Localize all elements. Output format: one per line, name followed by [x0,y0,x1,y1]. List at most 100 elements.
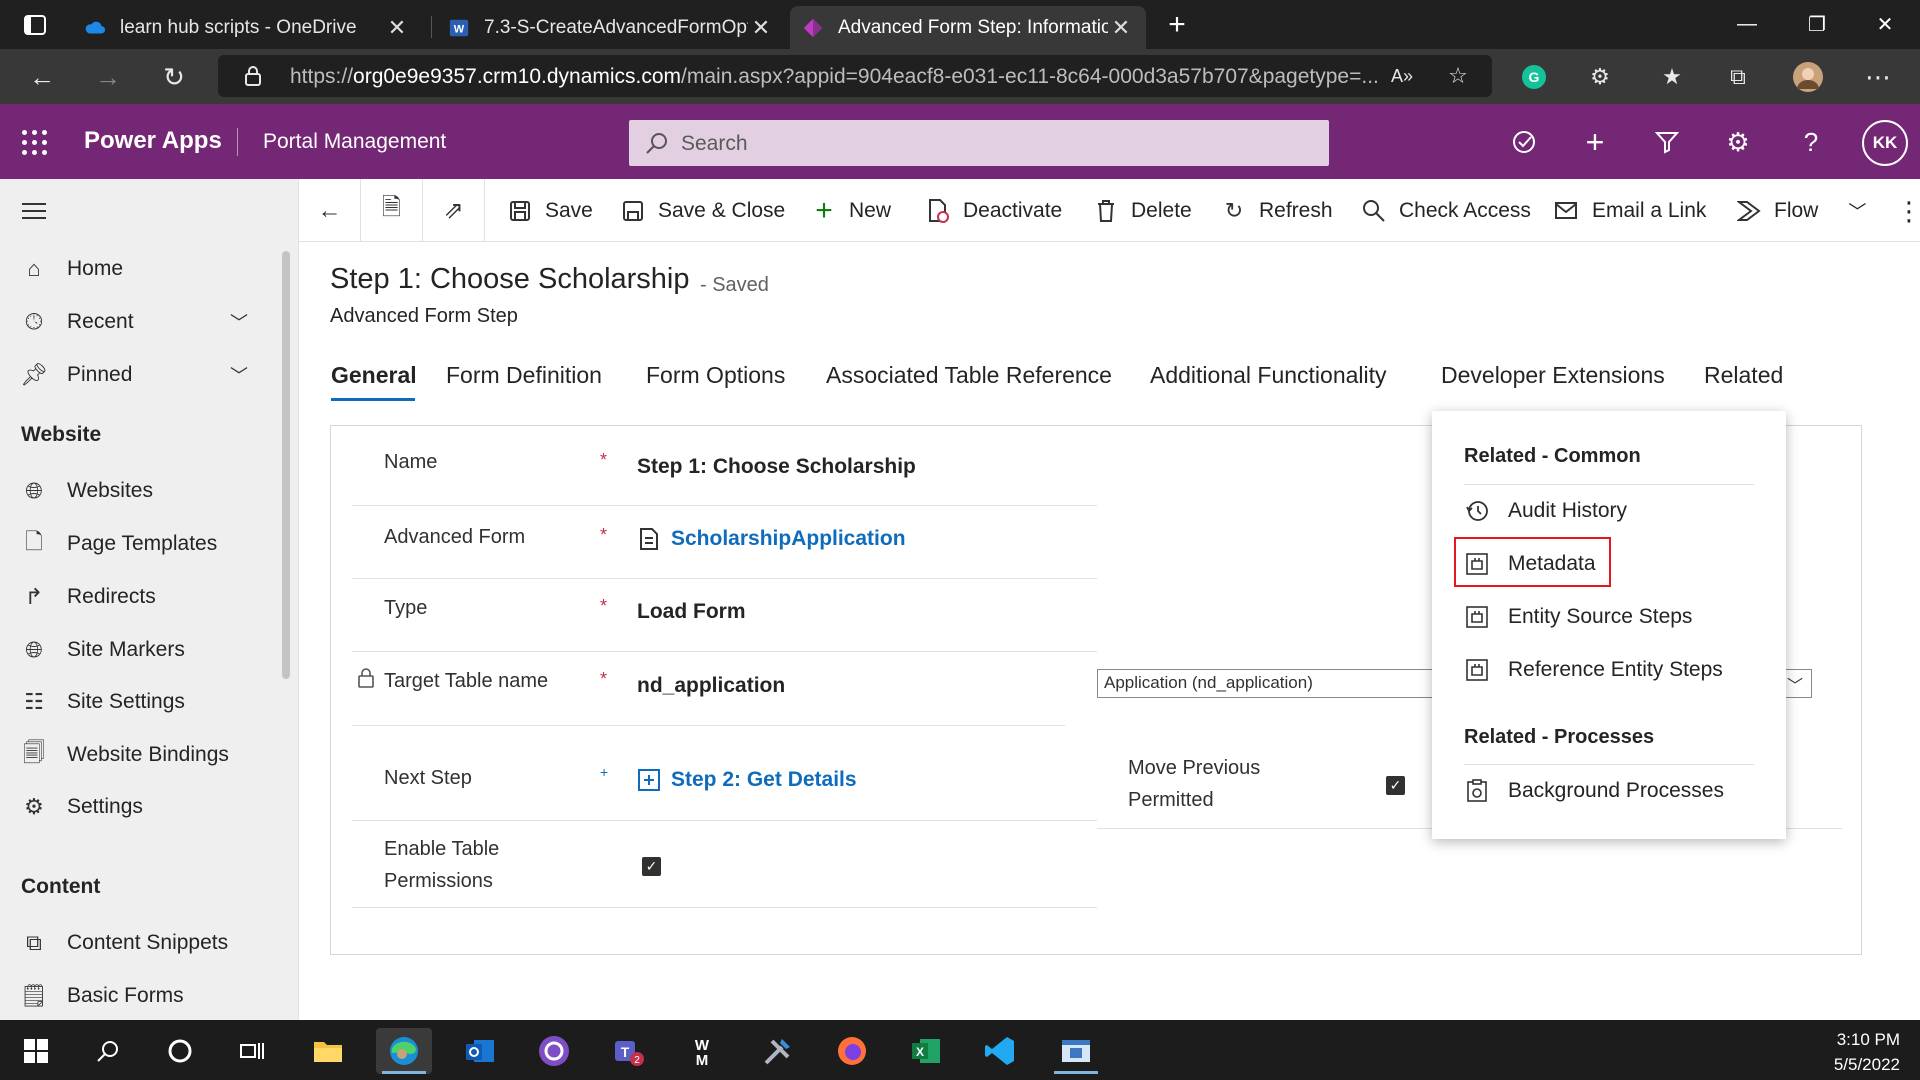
advanced-form-lookup[interactable]: ScholarshipApplication [637,527,906,551]
tab-associated-table-reference[interactable]: Associated Table Reference [826,362,1112,389]
back-to-list-button[interactable]: ← [299,179,361,242]
tab-developer-extensions[interactable]: Developer Extensions [1441,362,1665,389]
grammarly-icon[interactable]: G [1518,61,1550,93]
menu-item-audit-history[interactable]: Audit History [1464,491,1627,531]
next-step-lookup[interactable]: Step 2: Get Details [637,768,857,792]
profile-avatar[interactable] [1792,61,1824,93]
close-icon[interactable]: ✕ [1108,15,1134,41]
new-tab-button[interactable]: + [1142,0,1212,49]
close-window-button[interactable]: ✕ [1850,0,1920,49]
page-template-icon: 🗋︎ [25,529,43,554]
chevron-down-icon[interactable]: ﹀ [1848,198,1866,224]
edge-taskbar-button[interactable] [376,1028,432,1074]
sidebar-item-site-settings[interactable]: ☷ Site Settings [0,680,280,724]
refresh-button[interactable]: ↻ Refresh [1221,193,1333,229]
save-button[interactable]: Save [507,193,593,229]
email-a-link-button[interactable]: Email a Link [1554,193,1706,229]
next-step-link[interactable]: Step 2: Get Details [671,768,857,792]
start-button[interactable] [8,1028,64,1074]
chevron-down-icon[interactable]: ﹀ [230,309,248,335]
system-clock[interactable]: 3:10 PM 5/5/2022 [1834,1027,1900,1077]
app-launcher-icon[interactable] [22,130,48,156]
hamburger-menu-icon[interactable] [22,203,46,219]
favorites-icon[interactable]: ★ [1656,61,1688,93]
close-icon[interactable]: ✕ [748,15,774,41]
tools-app-button[interactable] [750,1028,806,1074]
close-icon[interactable]: ✕ [384,15,410,41]
teams-button[interactable]: T2 [600,1028,656,1074]
move-previous-checkbox[interactable]: ✓ [1386,776,1405,795]
flow-button[interactable]: Flow ﹀ [1736,193,1866,229]
tab-general[interactable]: General [331,362,417,389]
task-flow-icon[interactable] [1506,124,1542,160]
chevron-down-icon[interactable]: ﹀ [230,362,248,388]
app-window-button[interactable] [1048,1028,1104,1074]
new-record-icon[interactable]: + [1577,124,1613,160]
tab-actions-button[interactable] [0,0,70,49]
wm-app-button[interactable]: WM [674,1028,730,1074]
delete-button[interactable]: Delete [1093,193,1192,229]
tab-advanced-form-step[interactable]: Advanced Form Step: Informatio ✕ [790,6,1146,49]
sidebar-item-basic-forms[interactable]: 🗒︎ Basic Forms [0,974,280,1018]
reload-button[interactable]: ↻ [154,57,194,97]
excel-button[interactable]: X [898,1028,954,1074]
name-field[interactable]: Step 1: Choose Scholarship [637,455,916,479]
menu-item-entity-source-steps[interactable]: Entity Source Steps [1464,597,1692,637]
tab-additional-functionality[interactable]: Additional Functionality [1150,362,1387,389]
tab-related[interactable]: Related [1704,362,1783,389]
sidebar-item-redirects[interactable]: ↱ Redirects [0,575,280,619]
add-favorite-icon[interactable]: ☆ [1442,60,1474,92]
more-commands-icon[interactable]: ⋮ [1896,193,1920,229]
tab-onedrive[interactable]: learn hub scripts - OneDrive ✕ [72,6,422,49]
sidebar-item-settings[interactable]: ⚙ Settings [0,785,280,829]
sidebar-item-home[interactable]: ⌂ Home [0,247,280,291]
more-menu-icon[interactable]: ⋯ [1862,61,1894,93]
menu-item-background-processes[interactable]: Background Processes [1464,771,1724,811]
sidebar-item-page-templates[interactable]: 🗋︎ Page Templates [0,522,280,566]
collections-icon[interactable]: ⧉ [1722,61,1754,93]
app-name[interactable]: Power Apps [84,127,222,155]
filter-icon[interactable] [1649,124,1685,160]
sitemap-scrollbar[interactable] [282,251,290,679]
outlook-button[interactable] [452,1028,508,1074]
back-button[interactable]: ← [22,57,62,97]
minimize-button[interactable]: — [1712,0,1782,49]
url-field[interactable]: https://org0e9e9357.crm10.dynamics.com/m… [218,55,1492,97]
settings-gear-icon[interactable]: ⚙ [1720,124,1756,160]
search-input[interactable]: Search [629,120,1329,166]
read-aloud-icon[interactable]: A» [1386,60,1418,92]
menu-item-reference-entity-steps[interactable]: Reference Entity Steps [1464,650,1723,690]
check-access-button[interactable]: Check Access [1361,193,1531,229]
app-module-name[interactable]: Portal Management [263,130,446,154]
new-button[interactable]: + New [811,193,891,229]
sidebar-item-recent[interactable]: 🕓︎ Recent ﹀ [0,300,280,344]
vscode-button[interactable] [972,1028,1028,1074]
sidebar-item-content-snippets[interactable]: ⧉ Content Snippets [0,921,280,965]
sidebar-item-pinned[interactable]: 📌︎ Pinned ﹀ [0,353,280,397]
flow-icon [1736,198,1762,224]
task-view-button[interactable] [224,1028,280,1074]
search-taskbar-button[interactable] [80,1028,136,1074]
sidebar-item-website-bindings[interactable]: 🗐︎ Website Bindings [0,733,280,777]
cortana-button[interactable] [152,1028,208,1074]
tab-word-document[interactable]: W 7.3-S-CreateAdvancedFormOptic ✕ [436,6,786,49]
open-in-new-window-button[interactable]: ⇗ [423,179,485,242]
save-and-close-button[interactable]: Save & Close [620,193,785,229]
advanced-form-link[interactable]: ScholarshipApplication [671,527,906,551]
firefox-button[interactable] [824,1028,880,1074]
restore-button[interactable]: ❐ [1782,0,1852,49]
forward-button[interactable]: → [88,57,128,97]
user-avatar[interactable]: KK [1862,120,1908,166]
file-explorer-button[interactable] [300,1028,356,1074]
tab-form-definition[interactable]: Form Definition [446,362,602,389]
sidebar-item-site-markers[interactable]: 🌐︎ Site Markers [0,628,280,672]
type-field[interactable]: Load Form [637,600,746,624]
sidebar-item-websites[interactable]: 🌐︎ Websites [0,469,280,513]
enable-permissions-checkbox[interactable]: ✓ [642,857,661,876]
extensions-icon[interactable]: ⚙ [1584,61,1616,93]
help-icon[interactable]: ? [1793,124,1829,160]
form-selector-button[interactable]: 🗎︎ [361,179,423,242]
tab-form-options[interactable]: Form Options [646,362,785,389]
github-desktop-button[interactable] [526,1028,582,1074]
deactivate-button[interactable]: Deactivate [925,193,1062,229]
